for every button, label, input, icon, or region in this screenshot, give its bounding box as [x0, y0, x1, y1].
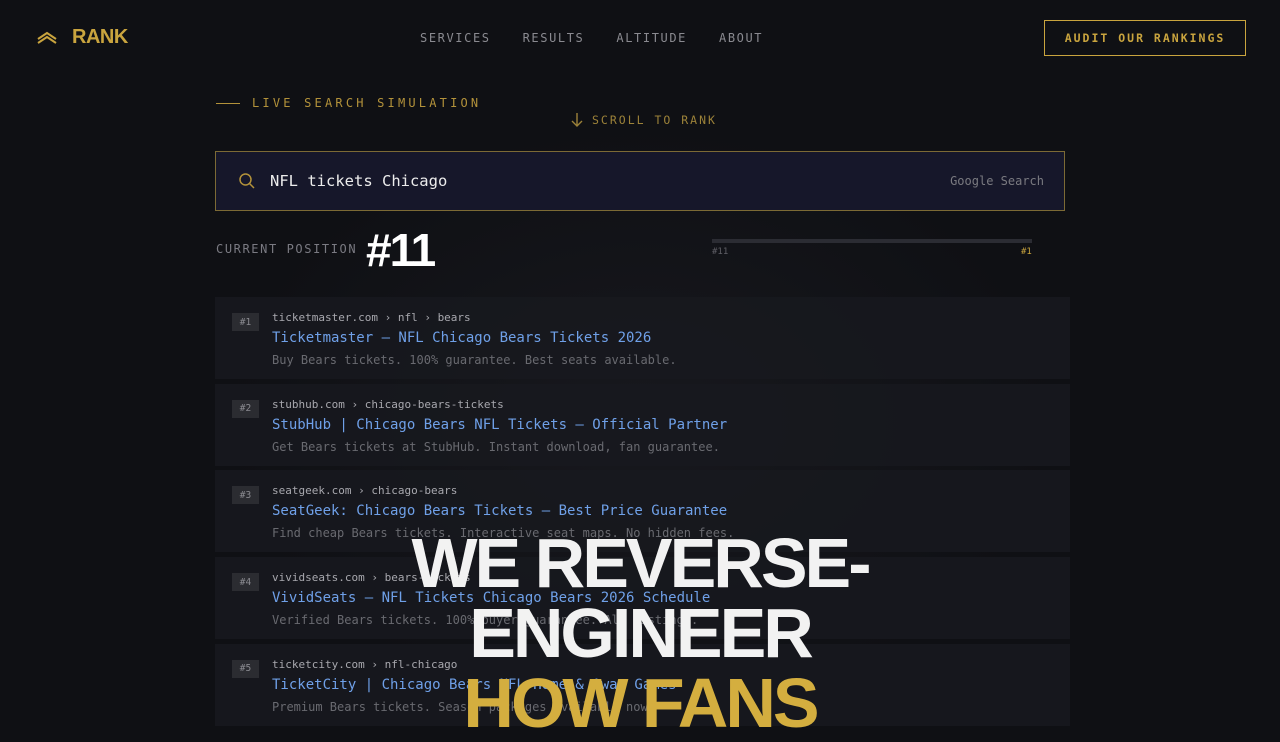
result-description: Get Bears tickets at StubHub. Instant do… [272, 439, 720, 454]
result-url: ticketmaster.com › nfl › bears [272, 311, 471, 324]
rank-badge: #1 [232, 313, 259, 331]
headline-line-2: ENGINEER [469, 594, 814, 672]
result-title-link[interactable]: Ticketmaster — NFL Chicago Bears Tickets… [272, 330, 651, 346]
headline-line-1: WE REVERSE- [411, 524, 871, 602]
rank-badge: #3 [232, 486, 259, 505]
nav-item-about[interactable]: ABOUT [719, 31, 763, 45]
result-description: Buy Bears tickets. 100% guarantee. Best … [272, 353, 677, 367]
current-position-label: CURRENT POSITION [216, 242, 358, 256]
live-search-label: LIVE SEARCH SIMULATION [216, 96, 481, 110]
current-position-value: #11 [366, 224, 436, 276]
live-search-text: LIVE SEARCH SIMULATION [252, 96, 482, 110]
search-result[interactable]: #1 ticketmaster.com › nfl › bears Ticket… [215, 297, 1070, 379]
rank-badge: #2 [232, 399, 259, 418]
headline-line-3: HOW FANS [463, 664, 819, 742]
scroll-hint-text: SCROLL TO RANK [592, 113, 717, 127]
nav-item-altitude[interactable]: ALTITUDE [616, 31, 687, 45]
search-input[interactable]: NFL tickets Chicago Google Search [215, 151, 1065, 211]
brand-name: RANK [72, 26, 128, 48]
result-title-link[interactable]: SeatGeek: Chicago Bears Tickets — Best P… [272, 503, 727, 519]
chevron-stack-icon [37, 31, 57, 44]
rank-progress-bar [712, 239, 1032, 243]
logo[interactable]: RANK [36, 26, 128, 49]
progress-end-label: #1 [1021, 247, 1032, 257]
progress-start-label: #11 [712, 247, 729, 257]
arrow-down-icon [571, 113, 583, 127]
hero-headline: WE REVERSE- ENGINEER HOW FANS [0, 528, 1280, 738]
scroll-hint[interactable]: SCROLL TO RANK [570, 112, 717, 128]
search-query: NFL tickets Chicago [270, 172, 448, 190]
search-result[interactable]: #2 stubhub.com › chicago-bears-tickets S… [215, 383, 1070, 466]
result-url: stubhub.com › chicago-bears-tickets [272, 397, 504, 411]
result-title-link[interactable]: StubHub | Chicago Bears NFL Tickets — Of… [272, 417, 727, 433]
audit-rankings-button[interactable]: AUDIT OUR RANKINGS [1044, 20, 1246, 56]
label-divider [216, 102, 240, 104]
search-engine-label: Google Search [950, 174, 1044, 188]
search-icon [239, 173, 255, 189]
main-nav: SERVICES RESULTS ALTITUDE ABOUT [420, 31, 763, 45]
nav-item-results[interactable]: RESULTS [523, 31, 585, 45]
nav-item-services[interactable]: SERVICES [420, 31, 491, 45]
result-url: seatgeek.com › chicago-bears [272, 484, 458, 498]
